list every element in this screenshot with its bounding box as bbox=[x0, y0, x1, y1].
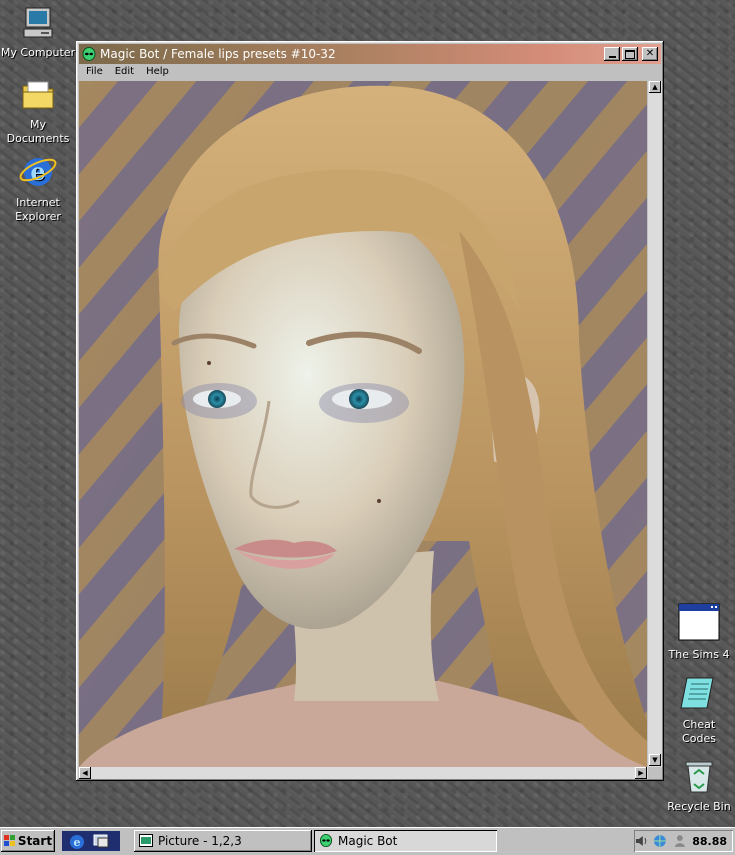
scroll-up-button[interactable]: ▲ bbox=[649, 81, 661, 93]
menu-bar: File Edit Help bbox=[80, 65, 175, 81]
scroll-right-button[interactable]: ▶ bbox=[635, 767, 647, 779]
image-viewport bbox=[79, 81, 647, 767]
recycle-bin-icon bbox=[661, 758, 735, 798]
desktop-icon-label: My Documents bbox=[6, 118, 70, 145]
menu-edit[interactable]: Edit bbox=[109, 65, 140, 81]
internet-explorer-icon: e bbox=[0, 150, 76, 194]
windows-logo-icon bbox=[3, 835, 15, 846]
maximize-icon bbox=[625, 49, 635, 59]
vertical-scrollbar[interactable]: ▲ ▼ bbox=[648, 81, 662, 767]
desktop-icon-my-computer[interactable]: My Computer bbox=[0, 6, 76, 60]
volume-icon[interactable] bbox=[634, 834, 648, 848]
arrow-right-icon: ▶ bbox=[638, 769, 644, 777]
menu-file[interactable]: File bbox=[80, 65, 109, 81]
taskbar: Start e Picture - 1,2,3 Magic Bot 88.88 bbox=[0, 827, 735, 855]
quick-launch: e bbox=[62, 831, 120, 851]
start-label: Start bbox=[17, 834, 53, 848]
arrow-left-icon: ◀ bbox=[82, 769, 88, 777]
my-computer-icon bbox=[0, 6, 76, 44]
alien-icon bbox=[82, 47, 96, 61]
desktop-icon-label: Cheat Codes bbox=[682, 718, 716, 745]
desktop-icon-internet-explorer[interactable]: e Internet Explorer bbox=[0, 150, 76, 224]
portrait-image bbox=[79, 81, 647, 767]
arrow-up-icon: ▲ bbox=[652, 83, 658, 91]
horizontal-scrollbar[interactable]: ◀ ▶ bbox=[79, 767, 648, 779]
notepad-icon bbox=[661, 674, 735, 716]
minimize-button[interactable] bbox=[604, 47, 620, 61]
start-button[interactable]: Start bbox=[1, 830, 55, 852]
desktop-icon-label: My Computer bbox=[0, 46, 76, 59]
scroll-left-button[interactable]: ◀ bbox=[79, 767, 91, 779]
system-tray: 88.88 bbox=[634, 830, 733, 852]
maximize-button[interactable] bbox=[622, 47, 638, 61]
close-icon: ✕ bbox=[645, 48, 655, 59]
desktop-icon-the-sims-4[interactable]: The Sims 4 bbox=[661, 602, 735, 662]
close-button[interactable]: ✕ bbox=[642, 47, 658, 61]
svg-text:e: e bbox=[74, 836, 81, 849]
task-label: Picture - 1,2,3 bbox=[158, 834, 242, 848]
window-titlebar[interactable]: Magic Bot / Female lips presets #10-32 ✕ bbox=[79, 44, 661, 64]
magic-bot-window[interactable]: Magic Bot / Female lips presets #10-32 ✕… bbox=[76, 41, 664, 781]
network-icon[interactable] bbox=[653, 834, 669, 848]
task-picture[interactable]: Picture - 1,2,3 bbox=[134, 830, 312, 852]
alien-icon bbox=[319, 834, 333, 847]
user-icon[interactable] bbox=[673, 834, 687, 848]
desktop-icon-label: The Sims 4 bbox=[668, 648, 730, 661]
window-title: Magic Bot / Female lips presets #10-32 bbox=[100, 47, 336, 61]
arrow-down-icon: ▼ bbox=[652, 756, 658, 764]
desktop-icon-label: Recycle Bin bbox=[667, 800, 731, 813]
desktop-icon-cheat-codes[interactable]: Cheat Codes bbox=[661, 674, 735, 746]
show-desktop-icon[interactable] bbox=[92, 832, 110, 850]
menu-help[interactable]: Help bbox=[140, 65, 175, 81]
window-icon bbox=[661, 602, 735, 646]
desktop-icon-recycle-bin[interactable]: Recycle Bin bbox=[661, 758, 735, 814]
desktop-icon-label: Internet Explorer bbox=[15, 196, 61, 223]
folder-icon bbox=[0, 78, 76, 116]
minimize-icon bbox=[608, 56, 616, 58]
picture-icon bbox=[139, 834, 153, 847]
task-label: Magic Bot bbox=[338, 834, 398, 848]
desktop-icon-my-documents[interactable]: My Documents bbox=[0, 78, 76, 146]
task-magic-bot[interactable]: Magic Bot bbox=[314, 830, 497, 852]
internet-explorer-icon[interactable]: e bbox=[68, 832, 86, 850]
clock: 88.88 bbox=[692, 834, 727, 848]
scroll-down-button[interactable]: ▼ bbox=[649, 754, 661, 766]
